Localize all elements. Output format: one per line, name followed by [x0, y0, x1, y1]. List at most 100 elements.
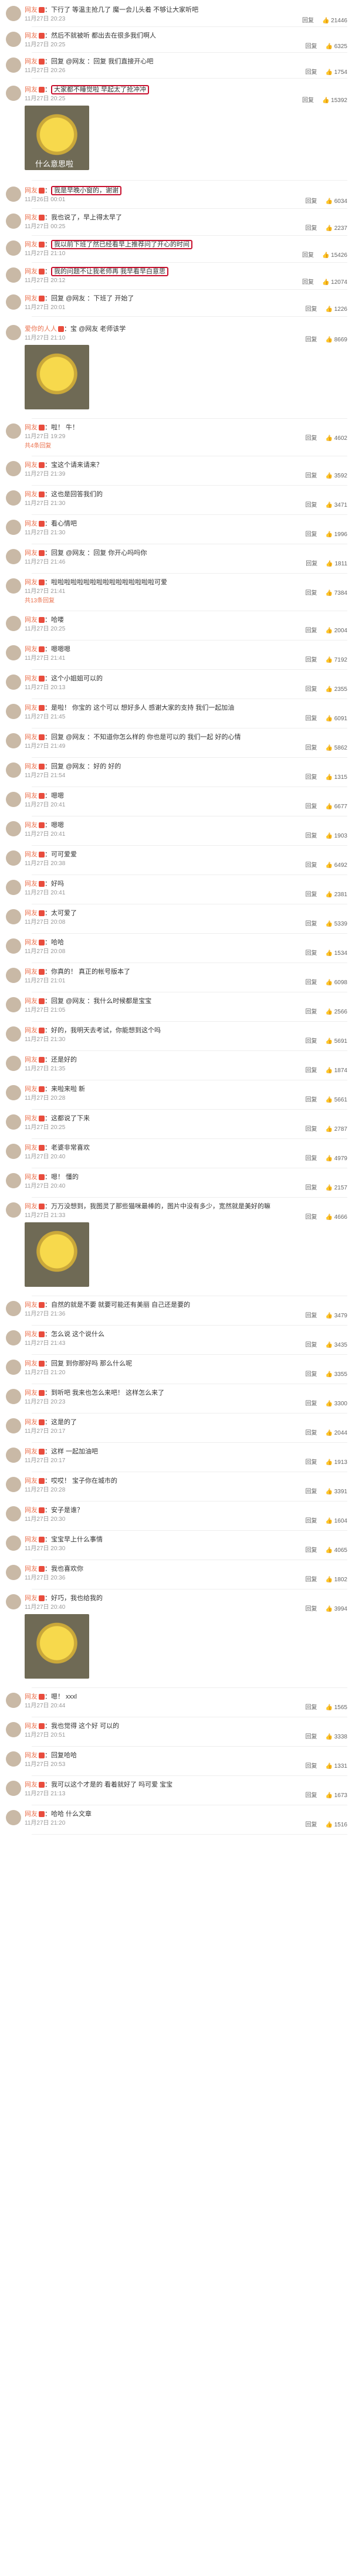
avatar[interactable] — [6, 325, 21, 340]
user-name[interactable]: 网友 — [25, 704, 38, 711]
user-name[interactable]: 网友 — [25, 675, 38, 682]
avatar[interactable] — [6, 1448, 21, 1463]
like-button[interactable]: 👍 1874 — [326, 1067, 347, 1074]
reply-button[interactable]: 回复 — [306, 1547, 317, 1554]
like-button[interactable]: 👍 2381 — [326, 892, 347, 898]
user-name[interactable]: 网友 — [25, 214, 38, 221]
like-button[interactable]: 👍 1811 — [326, 561, 347, 567]
user-name[interactable]: 网友 — [25, 1360, 38, 1367]
reply-button[interactable]: 回复 — [306, 1313, 317, 1319]
like-button[interactable]: 👍 1516 — [326, 1822, 347, 1828]
avatar[interactable] — [6, 1810, 21, 1825]
like-button[interactable]: 👍 21446 — [322, 18, 347, 24]
reply-button[interactable]: 回复 — [302, 279, 314, 286]
reply-button[interactable]: 回复 — [306, 1459, 317, 1466]
reply-button[interactable]: 回复 — [306, 1126, 317, 1133]
like-button[interactable]: 👍 3994 — [326, 1606, 347, 1612]
user-name[interactable]: 网友 — [25, 1203, 38, 1210]
user-name[interactable]: 网友 — [25, 241, 38, 248]
reply-button[interactable]: 回复 — [306, 198, 317, 205]
avatar[interactable] — [6, 968, 21, 983]
user-name[interactable]: 网友 — [25, 1056, 38, 1063]
reply-button[interactable]: 回复 — [306, 774, 317, 781]
avatar[interactable] — [6, 762, 21, 778]
reply-button[interactable]: 回复 — [306, 1792, 317, 1799]
like-button[interactable]: 👍 5862 — [326, 745, 347, 751]
like-button[interactable]: 👍 1604 — [326, 1518, 347, 1524]
user-name[interactable]: 网友 — [25, 187, 38, 194]
like-button[interactable]: 👍 4666 — [326, 1214, 347, 1221]
like-button[interactable]: 👍 3355 — [326, 1371, 347, 1378]
user-name[interactable]: 网友 — [25, 822, 38, 829]
user-name[interactable]: 网友 — [25, 998, 38, 1005]
reply-button[interactable]: 回复 — [306, 1577, 317, 1583]
like-button[interactable]: 👍 4979 — [326, 1155, 347, 1162]
reply-button[interactable]: 回复 — [302, 18, 314, 24]
user-name[interactable]: 网友 — [25, 1174, 38, 1181]
avatar[interactable] — [6, 821, 21, 836]
like-button[interactable]: 👍 1754 — [326, 69, 347, 76]
user-name[interactable]: 网友 — [25, 1027, 38, 1034]
avatar[interactable] — [6, 616, 21, 631]
user-name[interactable]: 网友 — [25, 1693, 38, 1700]
reply-button[interactable]: 回复 — [306, 1097, 317, 1103]
avatar[interactable] — [6, 213, 21, 229]
reply-button[interactable]: 回复 — [306, 1606, 317, 1612]
user-name[interactable]: 网友 — [25, 1419, 38, 1426]
avatar[interactable] — [6, 294, 21, 310]
avatar[interactable] — [6, 938, 21, 954]
like-button[interactable]: 👍 2237 — [326, 225, 347, 232]
like-button[interactable]: 👍 6325 — [326, 43, 347, 50]
avatar[interactable] — [6, 1085, 21, 1100]
avatar[interactable] — [6, 1565, 21, 1580]
user-name[interactable]: 网友 — [25, 851, 38, 858]
avatar[interactable] — [6, 32, 21, 47]
like-button[interactable]: 👍 1226 — [326, 306, 347, 313]
avatar[interactable] — [6, 57, 21, 73]
like-button[interactable]: 👍 2044 — [326, 1430, 347, 1436]
like-button[interactable]: 👍 6098 — [326, 979, 347, 986]
avatar[interactable] — [6, 520, 21, 535]
reply-button[interactable]: 回复 — [306, 1185, 317, 1191]
reply-button[interactable]: 回复 — [306, 745, 317, 751]
like-button[interactable]: 👍 7384 — [326, 590, 347, 596]
user-name[interactable]: 网友 — [25, 939, 38, 946]
more-replies-link[interactable]: 共4条回复 — [25, 442, 52, 450]
user-name[interactable]: 网友 — [25, 968, 38, 975]
reply-button[interactable]: 回复 — [306, 1430, 317, 1436]
avatar[interactable] — [6, 704, 21, 719]
like-button[interactable]: 👍 1903 — [326, 833, 347, 839]
avatar[interactable] — [6, 733, 21, 748]
user-name[interactable]: 网友 — [25, 1595, 38, 1602]
user-name[interactable]: 网友 — [25, 1811, 38, 1818]
user-name[interactable]: 网友 — [25, 579, 38, 586]
reply-button[interactable]: 回复 — [306, 1489, 317, 1495]
avatar[interactable] — [6, 997, 21, 1012]
reply-button[interactable]: 回复 — [306, 686, 317, 693]
reply-button[interactable]: 回复 — [306, 1342, 317, 1348]
avatar[interactable] — [6, 674, 21, 690]
like-button[interactable]: 👍 7192 — [326, 657, 347, 663]
avatar[interactable] — [6, 792, 21, 807]
like-button[interactable]: 👍 3479 — [326, 1313, 347, 1319]
reply-button[interactable]: 回复 — [306, 921, 317, 927]
like-button[interactable]: 👍 3471 — [326, 502, 347, 509]
avatar[interactable] — [6, 1360, 21, 1375]
comment-image[interactable] — [25, 1614, 89, 1679]
user-name[interactable]: 网友 — [25, 1507, 38, 1514]
more-replies-link[interactable]: 共13条回复 — [25, 597, 55, 605]
like-button[interactable]: 👍 2157 — [326, 1185, 347, 1191]
avatar[interactable] — [6, 1301, 21, 1316]
avatar[interactable] — [6, 1536, 21, 1551]
avatar[interactable] — [6, 1202, 21, 1218]
user-name[interactable]: 网友 — [25, 1723, 38, 1730]
like-button[interactable]: 👍 8669 — [326, 337, 347, 343]
reply-button[interactable]: 回复 — [306, 1763, 317, 1770]
reply-button[interactable]: 回复 — [306, 1401, 317, 1407]
like-button[interactable]: 👍 5691 — [326, 1038, 347, 1045]
reply-button[interactable]: 回复 — [306, 1214, 317, 1221]
reply-button[interactable]: 回复 — [306, 716, 317, 722]
avatar[interactable] — [6, 1594, 21, 1609]
reply-button[interactable]: 回复 — [306, 657, 317, 663]
avatar[interactable] — [6, 645, 21, 660]
